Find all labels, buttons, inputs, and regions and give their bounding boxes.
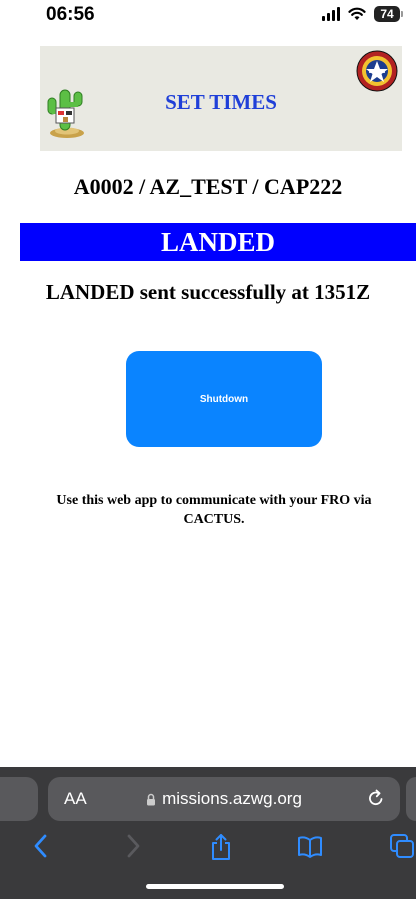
page-title: SET TIMES xyxy=(165,90,277,114)
status-bar: 06:56 74 xyxy=(0,0,416,36)
address-bar[interactable]: AA missions.azwg.org xyxy=(48,777,400,821)
cellular-signal-icon xyxy=(322,7,340,21)
mission-identifier: A0002 / AZ_TEST / CAP222 xyxy=(73,174,343,199)
tabs-icon[interactable] xyxy=(388,832,416,860)
back-icon[interactable] xyxy=(32,832,50,860)
previous-tab-peek[interactable] xyxy=(0,777,38,821)
next-tab-peek[interactable] xyxy=(406,777,416,821)
browser-toolbar xyxy=(0,832,416,872)
status-banner: LANDED xyxy=(20,223,416,261)
lock-icon xyxy=(147,793,156,806)
battery-icon: 74 xyxy=(374,6,403,22)
reload-icon[interactable] xyxy=(366,788,386,808)
url-text: missions.azwg.org xyxy=(162,789,302,808)
header-banner: SET TIMES xyxy=(40,46,402,151)
confirmation-message: LANDED sent successfully at 1351Z xyxy=(45,280,371,304)
wing-emblem-logo xyxy=(356,50,398,92)
shutdown-button[interactable]: Shutdown xyxy=(126,351,322,447)
url-display[interactable]: missions.azwg.org xyxy=(48,789,400,809)
home-indicator xyxy=(146,884,284,889)
status-icons: 74 xyxy=(322,6,403,22)
status-time: 06:56 xyxy=(46,4,95,25)
share-icon[interactable] xyxy=(208,832,234,862)
info-text: Use this web app to communicate with you… xyxy=(56,493,372,527)
bookmarks-icon[interactable] xyxy=(296,832,324,860)
forward-icon[interactable] xyxy=(124,832,142,860)
wifi-icon xyxy=(348,7,366,20)
